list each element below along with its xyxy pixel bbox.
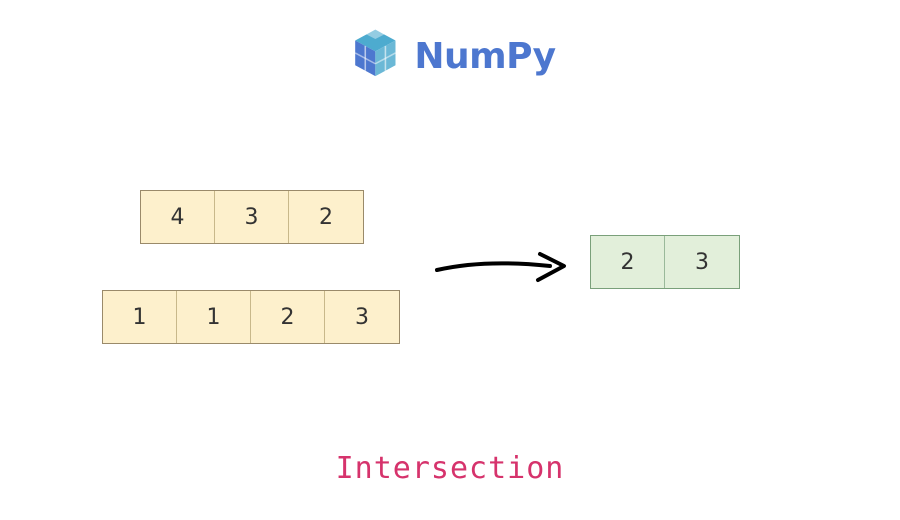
result-array: 2 3: [590, 235, 740, 289]
input-array-b: 1 1 2 3: [102, 290, 400, 344]
array-cell: 2: [289, 191, 363, 243]
input-array-a: 4 3 2: [140, 190, 364, 244]
array-cell: 3: [665, 236, 739, 288]
array-cell: 1: [177, 291, 251, 343]
array-cell: 3: [215, 191, 289, 243]
array-cell: 1: [103, 291, 177, 343]
numpy-wordmark: NumPy: [414, 36, 555, 77]
array-cell: 2: [591, 236, 665, 288]
caption: Intersection: [0, 451, 900, 486]
diagram-stage: 4 3 2 1 1 2 3 2 3: [0, 180, 900, 400]
numpy-logo: NumPy: [344, 25, 555, 87]
array-cell: 3: [325, 291, 399, 343]
array-cell: 4: [141, 191, 215, 243]
numpy-cube-icon: [344, 25, 406, 87]
array-cell: 2: [251, 291, 325, 343]
arrow-right-icon: [432, 248, 572, 288]
